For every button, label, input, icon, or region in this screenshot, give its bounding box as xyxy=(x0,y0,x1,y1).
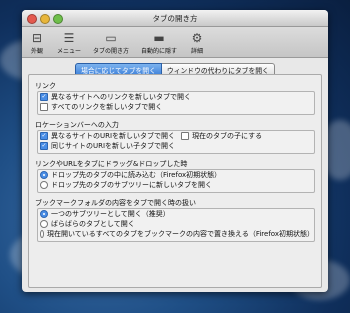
option-bookmark-separate[interactable]: ばらばらのタブとして開く xyxy=(38,219,314,229)
section-title-location: ロケーションバーへの入力 xyxy=(35,121,119,129)
checkbox[interactable]: ✓ xyxy=(40,142,48,150)
section-title-bookmark: ブックマークフォルダの内容をタブで開く時の扱い xyxy=(35,199,196,207)
settings-panel: リンク ✓ 異なるサイトへのリンクを新しいタブで開く すべてのリンクを新しいタブ… xyxy=(28,74,322,288)
preferences-window: タブの開き方 ⊟ 外観 ☰ メニュー ▭ タブの開き方 ▬ 自動的に隠す ⚙ 詳… xyxy=(22,10,328,292)
gear-icon: ⚙ xyxy=(191,31,203,45)
group-bookmark: 一つのサブツリーとして開く（推奨） ばらばらのタブとして開く 現在開いているすべ… xyxy=(37,208,315,242)
radio[interactable] xyxy=(40,210,48,218)
toggle-switch-icon: ⊟ xyxy=(31,31,43,45)
radio[interactable] xyxy=(40,230,45,238)
group-link: ✓ 異なるサイトへのリンクを新しいタブで開く すべてのリンクを新しいタブで開く xyxy=(37,91,315,115)
title-bar: タブの開き方 xyxy=(22,10,328,27)
checkbox[interactable] xyxy=(181,132,190,140)
option-bookmark-replace[interactable]: 現在開いているすべてのタブをブックマークの内容で置き換える（Firefox初期状… xyxy=(38,229,314,239)
radio[interactable] xyxy=(40,220,48,228)
section-title-link: リンク xyxy=(35,82,56,90)
auto-hide-icon: ▬ xyxy=(153,31,165,45)
option-drag-load[interactable]: ドロップ先のタブの中に読み込む（Firefox初期状態） xyxy=(38,170,314,180)
close-button[interactable] xyxy=(27,14,37,24)
toolbar-appearance[interactable]: ⊟ 外観 xyxy=(26,29,48,57)
toolbar-advanced[interactable]: ⚙ 詳細 xyxy=(186,29,208,57)
checkbox[interactable] xyxy=(40,103,48,111)
option-location-same-site[interactable]: ✓ 同じサイトのURIを新しい子タブで開く xyxy=(38,141,314,151)
tab-open-icon: ▭ xyxy=(105,31,117,45)
minimize-button[interactable] xyxy=(40,14,50,24)
zoom-button[interactable] xyxy=(53,14,63,24)
option-link-all[interactable]: すべてのリンクを新しいタブで開く xyxy=(38,102,314,112)
checkbox[interactable]: ✓ xyxy=(40,132,48,140)
toolbar-auto-hide[interactable]: ▬ 自動的に隠す xyxy=(138,29,180,57)
group-location: ✓ 異なるサイトのURIを新しいタブで開く 現在のタブの子にする ✓ 同じサイト… xyxy=(37,130,315,154)
radio[interactable] xyxy=(40,181,48,189)
window-title: タブの開き方 xyxy=(152,13,198,23)
option-link-other-site[interactable]: ✓ 異なるサイトへのリンクを新しいタブで開く xyxy=(38,92,314,102)
toolbar-menu[interactable]: ☰ メニュー xyxy=(54,29,84,57)
option-location-other-site[interactable]: 異なるサイトのURIを新しいタブで開く xyxy=(51,131,175,141)
option-bookmark-subtree[interactable]: 一つのサブツリーとして開く（推奨） xyxy=(38,209,314,219)
section-title-drag: リンクやURLをタブにドラッグ&ドロップした時 xyxy=(35,160,188,168)
toolbar-tab-open[interactable]: ▭ タブの開き方 xyxy=(90,29,132,57)
group-drag: ドロップ先のタブの中に読み込む（Firefox初期状態） ドロップ先のタブのサブ… xyxy=(37,169,315,193)
checkbox[interactable]: ✓ xyxy=(40,93,48,101)
radio[interactable] xyxy=(40,171,48,179)
toolbar: ⊟ 外観 ☰ メニュー ▭ タブの開き方 ▬ 自動的に隠す ⚙ 詳細 xyxy=(22,27,328,58)
menu-icon: ☰ xyxy=(63,31,75,45)
option-location-child[interactable]: 現在のタブの子にする xyxy=(192,131,262,141)
option-drag-subtree[interactable]: ドロップ先のタブのサブツリーに新しいタブを開く xyxy=(38,180,314,190)
